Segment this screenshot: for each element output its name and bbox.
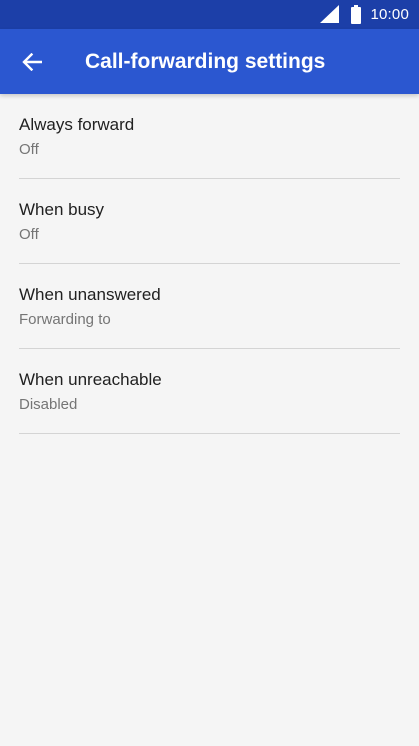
- app-bar: Call-forwarding settings: [0, 29, 419, 94]
- page-title: Call-forwarding settings: [85, 50, 326, 73]
- setting-title: When unanswered: [19, 285, 161, 304]
- signal-icon: [320, 4, 340, 23]
- settings-list: Always forward Off When busy Off When un…: [0, 94, 419, 434]
- status-clock: 10:00: [370, 6, 409, 23]
- setting-summary: Forwarding to: [19, 311, 111, 328]
- setting-always-forward[interactable]: Always forward Off: [0, 94, 419, 179]
- setting-summary: Off: [19, 226, 39, 243]
- setting-title: Always forward: [19, 115, 135, 134]
- status-icons: 10:00: [320, 0, 409, 29]
- setting-summary: Disabled: [19, 396, 78, 413]
- setting-when-unreachable[interactable]: When unreachable Disabled: [0, 349, 419, 434]
- setting-when-busy[interactable]: When busy Off: [0, 179, 419, 264]
- battery-icon: [351, 4, 362, 24]
- arrow-back-icon: [22, 53, 42, 71]
- back-button[interactable]: [14, 44, 50, 80]
- status-bar: 10:00: [0, 0, 419, 29]
- setting-when-unanswered[interactable]: When unanswered Forwarding to: [0, 264, 419, 349]
- setting-title: When unreachable: [19, 370, 162, 389]
- setting-summary: Off: [19, 141, 39, 158]
- setting-title: When busy: [19, 200, 105, 219]
